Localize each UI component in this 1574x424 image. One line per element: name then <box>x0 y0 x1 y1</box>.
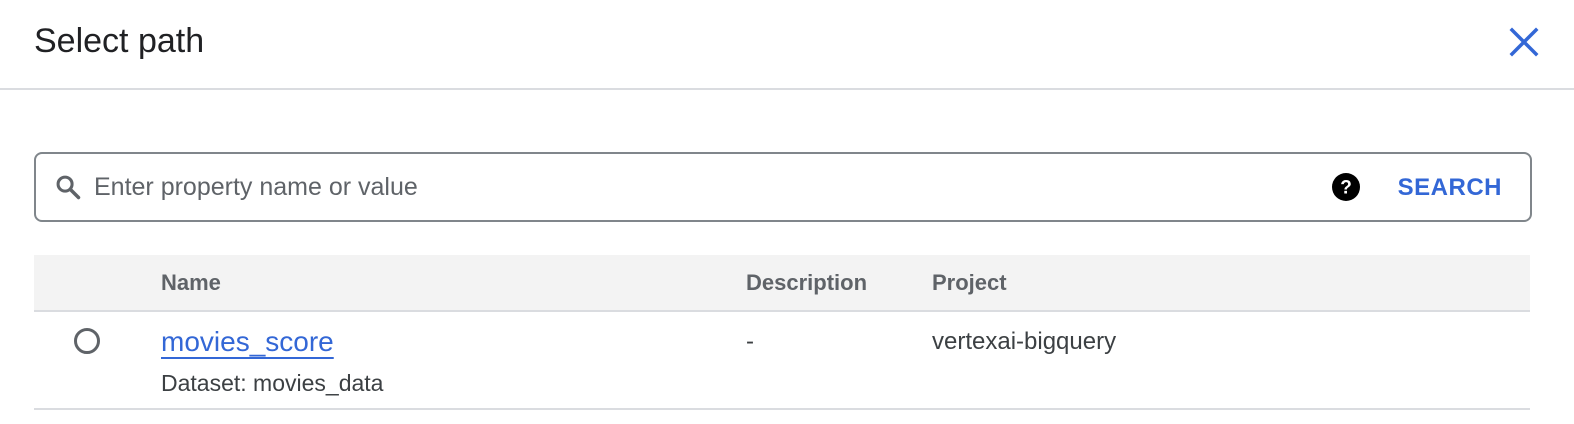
search-input[interactable] <box>94 164 1274 210</box>
close-icon <box>1509 27 1539 57</box>
select-path-dialog: Select path ? SEARCH Name Description Pr… <box>0 0 1574 424</box>
column-header-project: Project <box>932 270 1007 295</box>
search-box: ? SEARCH <box>34 152 1532 222</box>
row-name-link[interactable]: movies_score <box>161 324 334 360</box>
column-header-name[interactable]: Name <box>161 268 221 298</box>
row-description: - <box>746 328 754 355</box>
dialog-header: Select path <box>0 0 1574 90</box>
row-project: vertexai-bigquery <box>932 328 1117 355</box>
row-select-radio[interactable] <box>74 328 100 354</box>
help-icon[interactable]: ? <box>1332 173 1360 201</box>
results-table: Name Description Project movies_score Da… <box>34 255 1530 410</box>
close-button[interactable] <box>1504 22 1544 62</box>
search-icon <box>56 175 81 200</box>
column-header-description: Description <box>746 270 868 295</box>
svg-text:?: ? <box>1340 178 1352 199</box>
row-dataset-label: Dataset: movies_data <box>161 370 384 396</box>
table-header: Name Description Project <box>34 255 1530 312</box>
search-button[interactable]: SEARCH <box>1398 172 1502 204</box>
table-row: movies_score Dataset: movies_data - vert… <box>34 312 1530 410</box>
dialog-title: Select path <box>34 22 205 60</box>
